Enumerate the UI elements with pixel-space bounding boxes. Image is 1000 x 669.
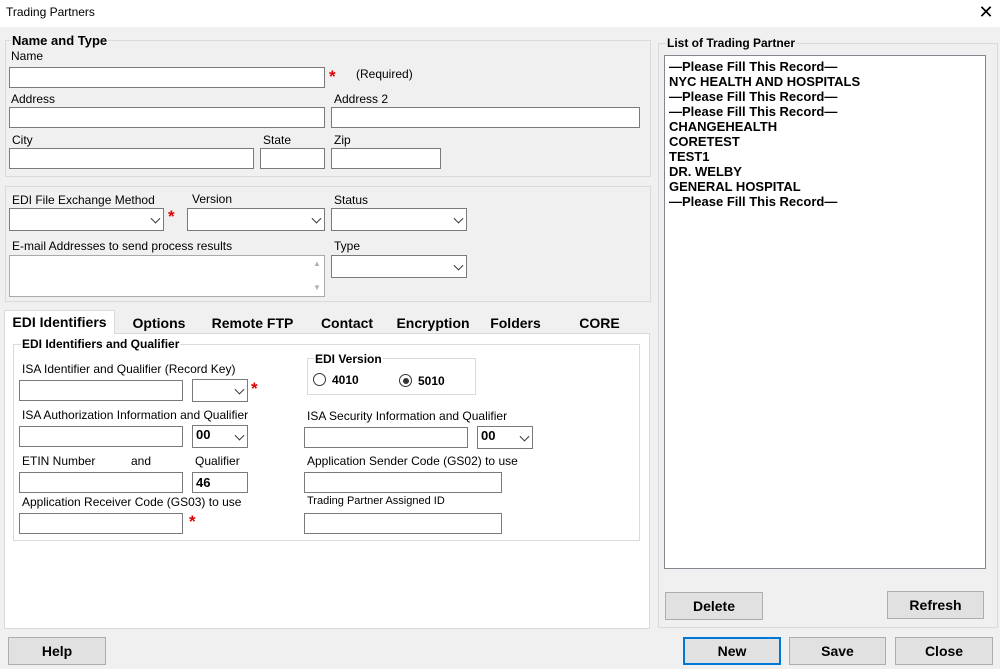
chevron-down-icon [453, 213, 464, 224]
window-title: Trading Partners [6, 5, 95, 19]
required-note: (Required) [356, 67, 413, 81]
exchange-method-label: EDI File Exchange Method [12, 193, 155, 207]
gs03-field[interactable] [19, 513, 183, 534]
radio-5010[interactable] [399, 374, 412, 387]
isa-id-qualifier-dropdown[interactable] [192, 379, 248, 402]
scroll-up-icon[interactable]: ▲ [312, 260, 322, 268]
zip-field[interactable] [331, 148, 441, 169]
and-label: and [131, 454, 152, 468]
save-button[interactable]: Save [789, 637, 886, 665]
exchange-method-dropdown[interactable] [9, 208, 164, 231]
list-item[interactable]: NYC HEALTH AND HOSPITALS [669, 74, 860, 89]
chevron-down-icon [234, 384, 245, 395]
list-item[interactable]: CORETEST [669, 134, 860, 149]
etin-label: ETIN Number [22, 454, 96, 468]
isa-id-field[interactable] [19, 380, 183, 401]
name-type-title: Name and Type [11, 33, 109, 48]
isa-auth-qualifier-dropdown[interactable]: 00 [192, 425, 248, 448]
type-label: Type [334, 239, 361, 253]
address2-label: Address 2 [334, 92, 389, 106]
tab-encryption[interactable]: Encryption [390, 312, 476, 334]
gs02-field[interactable] [304, 472, 502, 493]
chevron-down-icon [519, 431, 530, 442]
partner-list[interactable]: —Please Fill This Record— NYC HEALTH AND… [664, 55, 986, 569]
method-required-star: * [168, 207, 175, 226]
tab-contact[interactable]: Contact [305, 312, 389, 334]
radio-4010[interactable] [313, 373, 326, 386]
radio-4010-label: 4010 [332, 373, 359, 387]
name-field[interactable] [9, 67, 325, 88]
state-field[interactable] [260, 148, 325, 169]
partner-list-title: List of Trading Partner [666, 36, 797, 50]
chevron-down-icon [150, 213, 161, 224]
list-item[interactable]: —Please Fill This Record— [669, 104, 860, 119]
list-item[interactable]: CHANGEHEALTH [669, 119, 860, 134]
scroll-down-icon[interactable]: ▼ [312, 284, 322, 292]
isa-sec-qualifier-dropdown[interactable]: 00 [477, 426, 533, 449]
isa-sec-field[interactable] [304, 427, 468, 448]
qualifier-label: Qualifier [195, 454, 240, 468]
zip-label: Zip [334, 133, 351, 147]
name-required-star: * [329, 67, 336, 86]
list-item[interactable]: TEST1 [669, 149, 860, 164]
list-item[interactable]: GENERAL HOSPITAL [669, 179, 860, 194]
title-bar [0, 0, 1000, 27]
isa-sec-label: ISA Security Information and Qualifier [307, 409, 508, 423]
tab-core[interactable]: CORE [555, 312, 644, 334]
tab-folders[interactable]: Folders [477, 312, 554, 334]
chevron-down-icon [234, 430, 245, 441]
isa-id-label: ISA Identifier and Qualifier (Record Key… [22, 362, 236, 376]
close-button[interactable]: Close [895, 637, 993, 665]
gs02-label: Application Sender Code (GS02) to use [307, 454, 518, 468]
etin-field[interactable] [19, 472, 183, 493]
status-label: Status [334, 193, 369, 207]
isa-id-required-star: * [251, 379, 258, 398]
address2-field[interactable] [331, 107, 640, 128]
address-label: Address [11, 92, 56, 106]
chevron-down-icon [311, 213, 322, 224]
isa-auth-qualifier-value: 00 [196, 427, 211, 442]
tab-edi-identifiers[interactable]: EDI Identifiers [4, 310, 115, 334]
address-field[interactable] [9, 107, 325, 128]
edi-version-title: EDI Version [314, 352, 383, 366]
isa-sec-qualifier-value: 00 [481, 428, 496, 443]
list-item[interactable]: —Please Fill This Record— [669, 194, 860, 209]
etin-qualifier-field[interactable]: 46 [192, 472, 248, 493]
chevron-down-icon [453, 260, 464, 271]
type-dropdown[interactable] [331, 255, 467, 278]
state-label: State [263, 133, 292, 147]
etin-qualifier-value: 46 [196, 475, 211, 490]
status-dropdown[interactable] [331, 208, 467, 231]
delete-button[interactable]: Delete [665, 592, 763, 620]
tab-options[interactable]: Options [118, 312, 200, 334]
city-label: City [12, 133, 33, 147]
isa-auth-label: ISA Authorization Information and Qualif… [22, 408, 249, 422]
gs03-required-star: * [189, 512, 196, 531]
version-label: Version [192, 192, 233, 206]
city-field[interactable] [9, 148, 254, 169]
emails-label: E-mail Addresses to send process results [12, 239, 233, 253]
list-item[interactable]: —Please Fill This Record— [669, 89, 860, 104]
help-button[interactable]: Help [8, 637, 106, 665]
tp-id-label: Trading Partner Assigned ID [307, 495, 445, 507]
identifiers-title: EDI Identifiers and Qualifier [21, 337, 181, 351]
emails-textarea[interactable]: ▲ ▼ [9, 255, 325, 297]
isa-auth-field[interactable] [19, 426, 183, 447]
radio-5010-label: 5010 [418, 374, 445, 388]
list-item[interactable]: —Please Fill This Record— [669, 59, 860, 74]
list-item[interactable]: DR. WELBY [669, 164, 860, 179]
gs03-label: Application Receiver Code (GS03) to use [22, 495, 242, 509]
tp-id-field[interactable] [304, 513, 502, 534]
refresh-button[interactable]: Refresh [887, 591, 984, 619]
close-window-icon[interactable]: ✕ [975, 1, 997, 23]
new-button[interactable]: New [683, 637, 781, 665]
tab-remote-ftp[interactable]: Remote FTP [201, 312, 304, 334]
name-label: Name [11, 49, 44, 63]
version-dropdown[interactable] [187, 208, 325, 231]
